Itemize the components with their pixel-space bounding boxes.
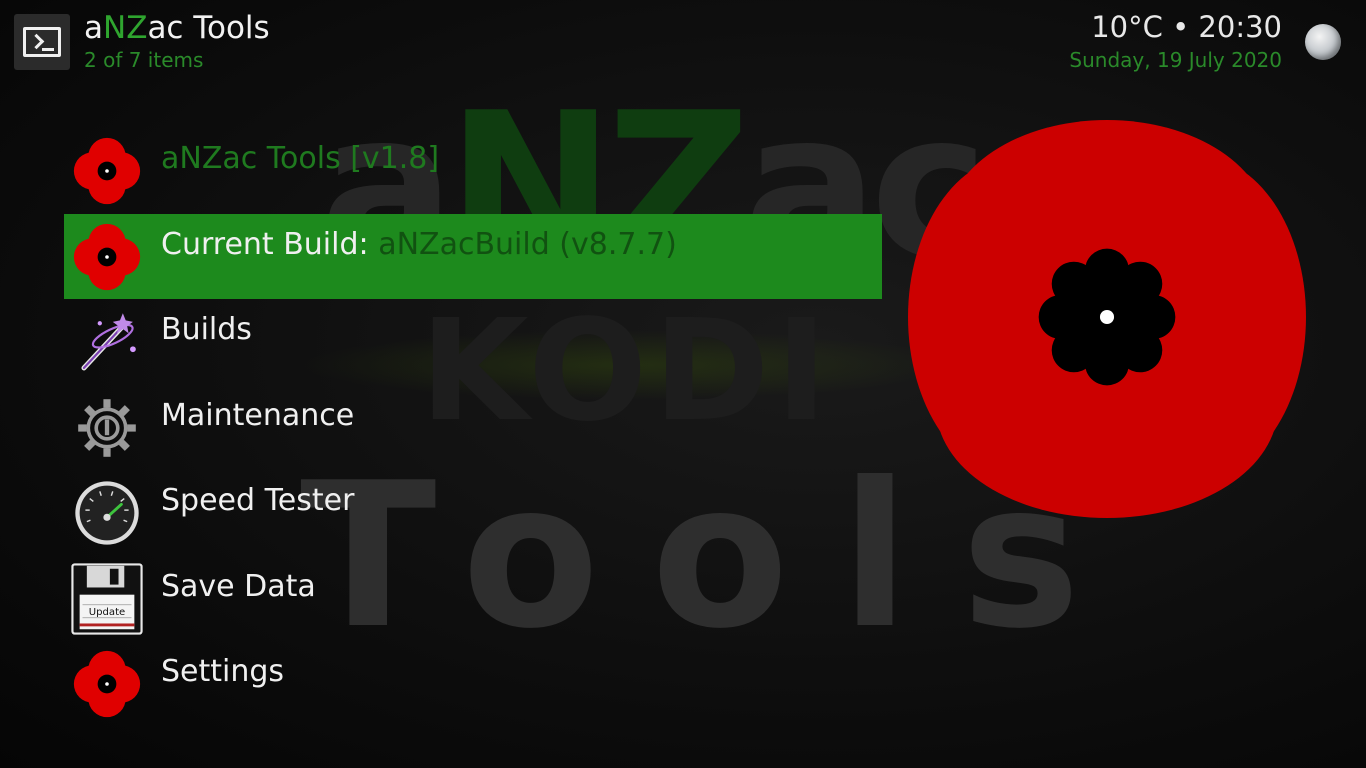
poppy-icon [73, 650, 141, 718]
gear-wrench-icon [78, 398, 136, 457]
menu-item-label: Save Data [161, 568, 316, 604]
menu-item-builds[interactable]: Builds [64, 299, 882, 385]
menu-item-label: Builds [161, 312, 252, 347]
menu-item-settings[interactable]: Settings [64, 641, 882, 727]
menu-item-maintenance[interactable]: Maintenance [64, 385, 882, 471]
kodi-window: aNZac KODI Tools aNZac Tools 2 of 7 item… [0, 0, 1366, 768]
svg-text:Update: Update [89, 606, 126, 617]
menu-item-save-data[interactable]: Update Save Data [64, 556, 882, 642]
menu-item-current-build[interactable]: Current Build: aNZacBuild (v8.7.7) [64, 213, 882, 299]
moon-icon [1305, 24, 1341, 60]
item-count: 2 of 7 items [84, 48, 204, 72]
page-title: aNZac Tools [84, 10, 270, 46]
magic-wand-icon [81, 313, 136, 371]
menu-item-label: Speed Tester [161, 483, 355, 518]
menu-item-label: aNZac Tools [v1.8] [161, 141, 440, 176]
menu-item-label: Settings [161, 654, 285, 689]
floppy-disk-icon: Update [71, 562, 143, 635]
weather-time: 10°C • 20:30 [1091, 10, 1282, 44]
menu-item-anzac-tools[interactable]: aNZac Tools [v1.8] [64, 128, 882, 214]
menu-item-label: Maintenance [161, 397, 355, 433]
date-label: Sunday, 19 July 2020 [1069, 48, 1282, 72]
poppy-icon [73, 223, 141, 290]
menu-list: aNZac Tools [v1.8] Current Build: aNZacB… [64, 128, 882, 727]
menu-item-label: Current Build: aNZacBuild (v8.7.7) [161, 226, 677, 262]
poppy-artwork-icon [908, 120, 1306, 518]
speedometer-icon [75, 481, 139, 545]
menu-item-speed-tester[interactable]: Speed Tester [64, 470, 882, 556]
poppy-icon [73, 137, 141, 205]
terminal-icon [14, 14, 70, 70]
